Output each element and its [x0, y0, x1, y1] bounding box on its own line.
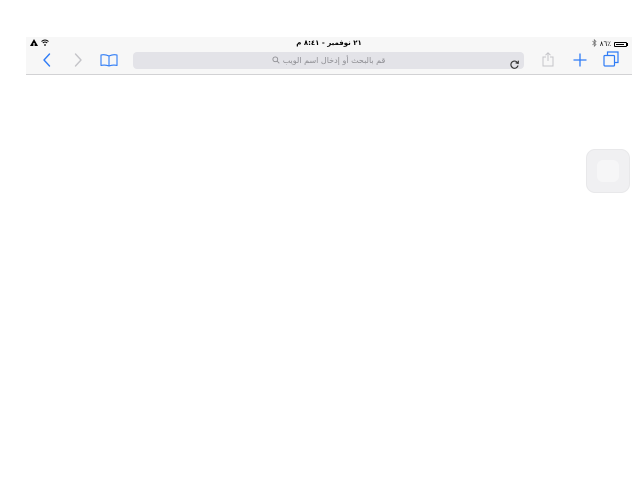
browser-chrome: ٢١ نوفمبر - ٨:٤١ م ٨٦٪ قم بالبحث أو إدخا…	[26, 37, 632, 75]
back-button[interactable]	[37, 51, 57, 71]
battery-icon	[614, 41, 628, 47]
new-tab-button[interactable]	[570, 51, 590, 71]
chevron-right-icon	[73, 52, 83, 71]
battery-percent: ٨٦٪	[599, 40, 611, 48]
toolbar: قم بالبحث أو إدخال اسم الويب	[26, 50, 632, 72]
forward-button[interactable]	[68, 51, 88, 71]
tabs-icon	[603, 51, 619, 71]
share-button[interactable]	[538, 51, 558, 71]
battery-fill	[616, 43, 624, 45]
book-icon	[100, 52, 118, 71]
share-icon	[542, 51, 554, 71]
status-right: ٨٦٪	[591, 38, 628, 49]
search-icon	[272, 55, 280, 66]
chevron-left-icon	[42, 52, 52, 71]
tabs-button[interactable]	[601, 51, 621, 71]
bluetooth-icon	[591, 38, 597, 49]
assistive-touch-icon	[597, 160, 619, 182]
status-datetime: ٢١ نوفمبر - ٨:٤١ م	[296, 39, 362, 47]
assistive-touch-button[interactable]	[586, 149, 630, 193]
status-bar: ٢١ نوفمبر - ٨:٤١ م ٨٦٪	[26, 37, 632, 49]
browser-window: ٢١ نوفمبر - ٨:٤١ م ٨٦٪ قم بالبحث أو إدخا…	[26, 37, 632, 480]
plus-icon	[573, 52, 587, 71]
address-bar[interactable]: قم بالبحث أو إدخال اسم الويب	[133, 52, 524, 69]
reload-icon[interactable]	[509, 55, 520, 69]
bookmarks-button[interactable]	[99, 51, 119, 71]
address-placeholder: قم بالبحث أو إدخال اسم الويب	[282, 56, 386, 65]
